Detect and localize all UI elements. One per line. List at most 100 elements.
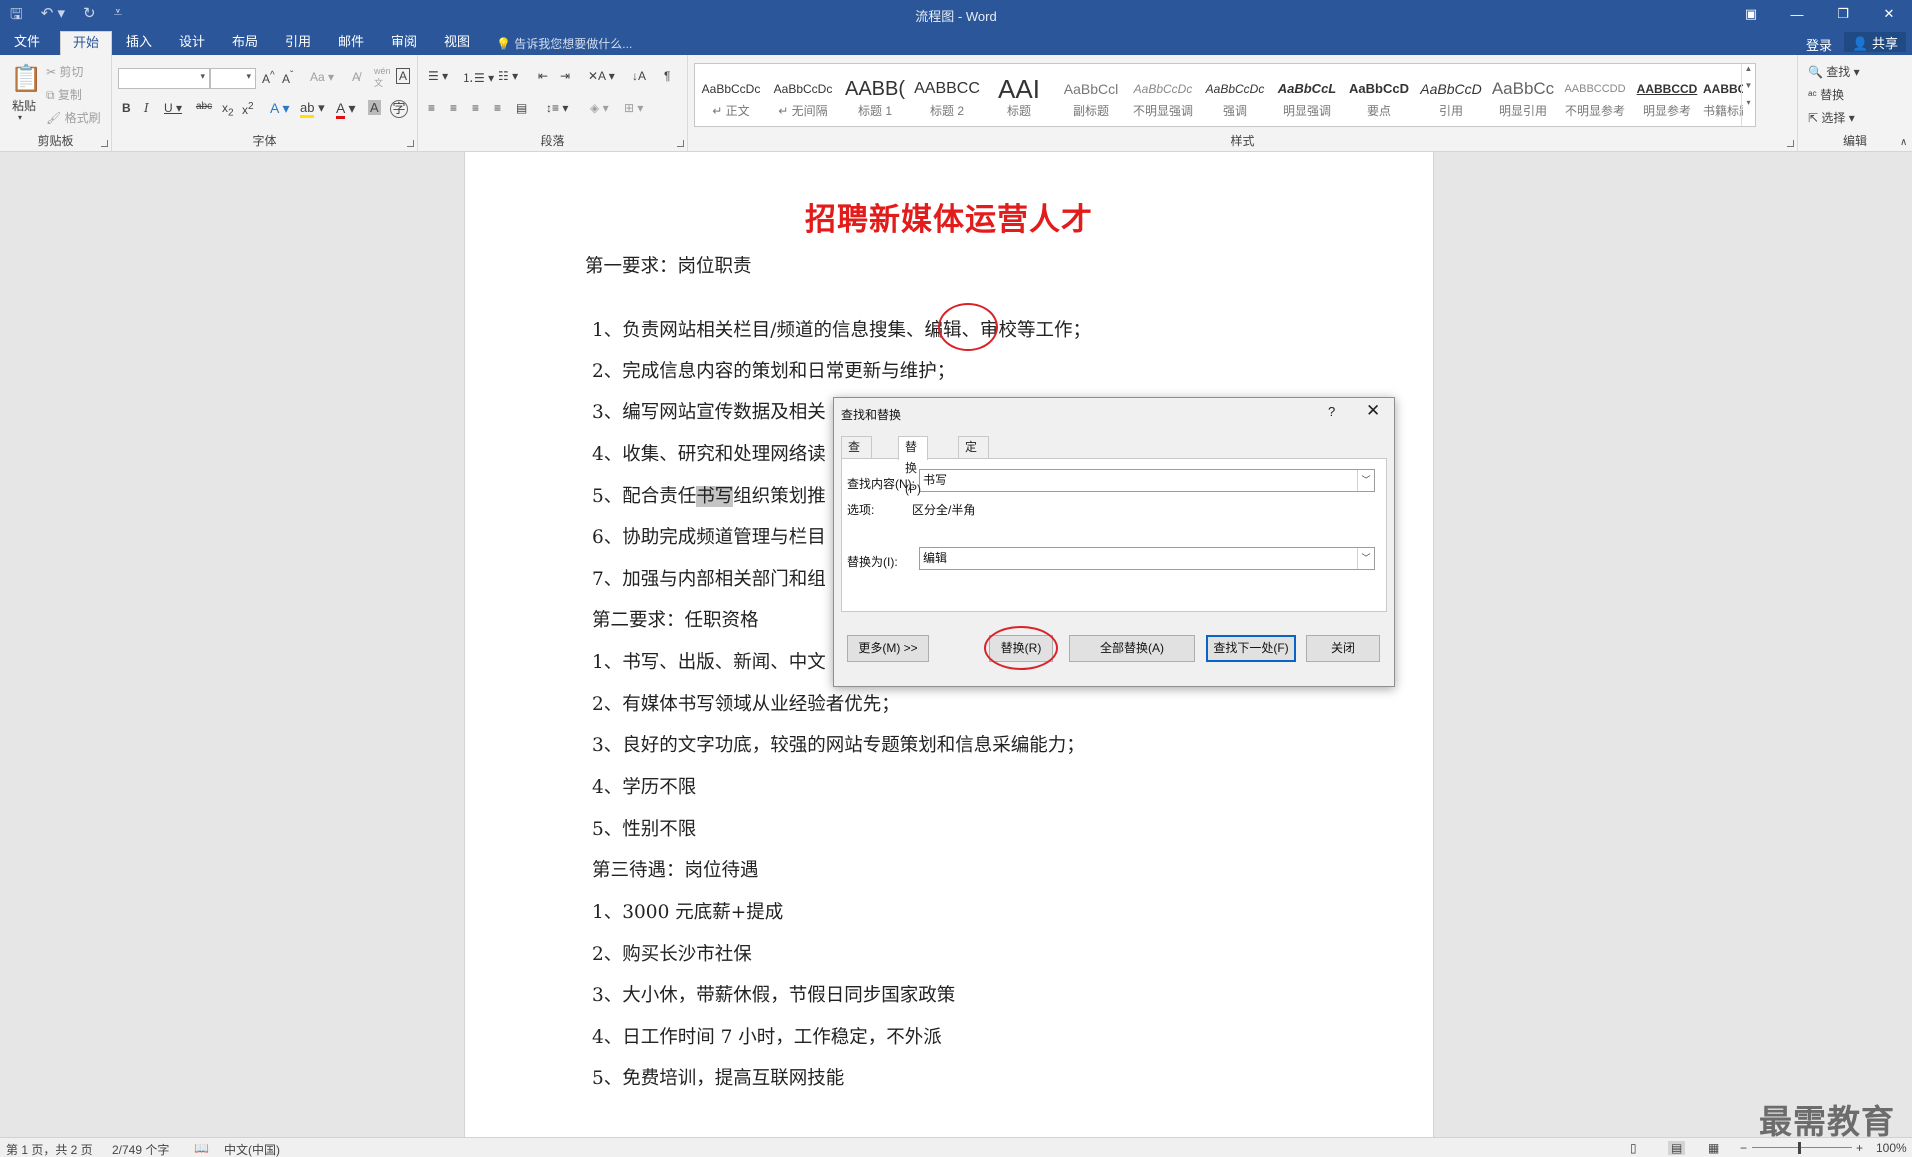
chinese-layout-icon[interactable]: ✕A ▾ — [588, 69, 615, 83]
justify-icon[interactable]: ≡ — [494, 101, 501, 115]
close-icon[interactable]: ✕ — [1366, 401, 1380, 421]
tab-review[interactable]: 审阅 — [379, 31, 429, 55]
close-window-icon[interactable]: ✕ — [1866, 0, 1912, 28]
style-normal[interactable]: AaBbCcDc ↵ 正文 — [695, 64, 767, 126]
char-border-icon[interactable]: A — [396, 68, 411, 84]
chevron-down-icon[interactable]: ﹀ — [1357, 548, 1374, 569]
align-center-icon[interactable]: ≡ — [450, 101, 457, 115]
style-emphasis[interactable]: AaBbCcDc 强调 — [1199, 64, 1271, 126]
proofing-icon[interactable]: 📖 — [194, 1141, 209, 1155]
style-subtle-reference[interactable]: AABBCCDD 不明显参考 — [1559, 64, 1631, 126]
close-button[interactable]: 关闭 — [1306, 635, 1380, 662]
font-name-combo[interactable]: ▾ — [118, 68, 210, 89]
shading-icon[interactable]: ◈ ▾ — [590, 101, 609, 115]
distributed-icon[interactable]: ▤ — [516, 101, 527, 115]
tab-layout[interactable]: 布局 — [220, 31, 270, 55]
more-button[interactable]: 更多(M) >> — [847, 635, 929, 662]
help-icon[interactable]: ? — [1328, 404, 1335, 419]
phonetic-guide-icon[interactable]: wén 文 — [374, 66, 391, 89]
strikethrough-icon[interactable]: abc — [196, 101, 212, 112]
tab-home[interactable]: 开始 — [60, 31, 113, 55]
zoom-level[interactable]: 100% — [1876, 1141, 1907, 1155]
login-link[interactable]: 登录 — [1806, 35, 1832, 54]
zoom-in-icon[interactable]: + — [1856, 1141, 1863, 1155]
clear-format-icon[interactable]: A̸ — [352, 70, 360, 84]
scroll-up-icon[interactable]: ▲ — [1742, 64, 1755, 73]
collapse-ribbon-icon[interactable]: ∧ — [1900, 137, 1907, 148]
tell-me-box[interactable]: 💡 告诉我您想要做什么... — [496, 35, 632, 52]
line-spacing-icon[interactable]: ↕≡ ▾ — [546, 101, 568, 115]
replace-all-button[interactable]: 全部替换(A) — [1069, 635, 1195, 662]
style-intense-emphasis[interactable]: AaBbCcL 明显强调 — [1271, 64, 1343, 126]
italic-icon[interactable]: I — [144, 101, 149, 115]
bullets-icon[interactable]: ☰ ▾ — [428, 69, 448, 83]
tab-find[interactable]: 查找(D) — [841, 436, 872, 496]
decrease-indent-icon[interactable]: ⇤ — [538, 69, 548, 83]
minimize-icon[interactable]: — — [1774, 0, 1820, 28]
bold-icon[interactable]: B — [122, 101, 131, 115]
tab-mailings[interactable]: 邮件 — [326, 31, 376, 55]
subscript-icon[interactable]: x2 — [222, 101, 234, 118]
style-intense-reference[interactable]: AABBCCD 明显参考 — [1631, 64, 1703, 126]
style-no-spacing[interactable]: AaBbCcDc ↵ 无间隔 — [767, 64, 839, 126]
share-button[interactable]: 👤 共享 — [1844, 32, 1906, 52]
tab-references[interactable]: 引用 — [273, 31, 323, 55]
superscript-icon[interactable]: x2 — [242, 101, 254, 117]
style-title[interactable]: AAI 标题 — [983, 64, 1055, 126]
tab-view[interactable]: 视图 — [432, 31, 482, 55]
tab-replace[interactable]: 替换(P) — [898, 436, 928, 496]
gallery-more-icon[interactable]: ▾ — [1742, 98, 1755, 107]
restore-icon[interactable]: ❐ — [1820, 0, 1866, 28]
style-heading-2[interactable]: AABBCC 标题 2 — [911, 64, 983, 126]
font-size-combo[interactable]: ▾ — [210, 68, 256, 89]
tab-design[interactable]: 设计 — [167, 31, 217, 55]
sort-icon[interactable]: ↓A — [632, 69, 646, 83]
style-intense-quote[interactable]: AaBbCc 明显引用 — [1487, 64, 1559, 126]
find-button[interactable]: 🔍 查找 ▾ — [1808, 63, 1860, 80]
increase-indent-icon[interactable]: ⇥ — [560, 69, 570, 83]
highlight-color-icon[interactable]: ab ▾ — [300, 100, 325, 118]
format-painter-button[interactable]: 🖌 格式刷 — [46, 109, 101, 126]
grow-font-icon[interactable]: A^ — [262, 70, 275, 86]
chevron-down-icon[interactable]: ﹀ — [1357, 470, 1374, 491]
replace-button[interactable]: ᵃᶜ 替换 — [1808, 86, 1844, 103]
print-layout-icon[interactable]: ▤ — [1668, 1141, 1686, 1155]
styles-launcher-icon[interactable] — [1787, 140, 1794, 147]
font-color-icon[interactable]: A ▾ — [336, 100, 356, 119]
show-marks-icon[interactable]: ¶ — [664, 69, 670, 83]
paragraph-launcher-icon[interactable] — [677, 140, 684, 147]
tab-insert[interactable]: 插入 — [114, 31, 164, 55]
text-effects-icon[interactable]: A ▾ — [270, 100, 289, 117]
find-input[interactable]: 书写 ﹀ — [919, 469, 1375, 492]
multilevel-list-icon[interactable]: ☷ ▾ — [498, 69, 518, 83]
language-indicator[interactable]: 中文(中国) — [224, 1141, 280, 1157]
style-heading-1[interactable]: AABB(标题 1 — [839, 64, 911, 126]
font-launcher-icon[interactable] — [407, 140, 414, 147]
replace-input[interactable]: 编辑 ﹀ — [919, 547, 1375, 570]
word-count[interactable]: 2/749 个字 — [112, 1141, 169, 1157]
shrink-font-icon[interactable]: Aˇ — [282, 70, 293, 86]
align-right-icon[interactable]: ≡ — [472, 101, 479, 115]
scroll-down-icon[interactable]: ▼ — [1742, 81, 1755, 90]
select-button[interactable]: ⇱ 选择 ▾ — [1808, 109, 1855, 126]
zoom-slider-thumb[interactable] — [1798, 1142, 1801, 1154]
change-case-button[interactable]: Aa ▾ — [310, 70, 334, 84]
copy-button[interactable]: ⧉ 复制 — [46, 86, 82, 103]
tab-file[interactable]: 文件 — [2, 31, 52, 55]
zoom-out-icon[interactable]: − — [1740, 1141, 1747, 1155]
page-count[interactable]: 第 1 页，共 2 页 — [6, 1141, 93, 1157]
read-mode-icon[interactable]: ▯ — [1630, 1141, 1637, 1155]
paste-icon[interactable]: 📋 — [10, 63, 42, 94]
style-gallery-scroll[interactable]: ▲ ▼ ▾ — [1741, 64, 1755, 126]
style-quote[interactable]: AaBbCcD 引用 — [1415, 64, 1487, 126]
style-subtle-emphasis[interactable]: AaBbCcDc 不明显强调 — [1127, 64, 1199, 126]
char-shading-icon[interactable]: A — [368, 100, 381, 115]
style-subtitle[interactable]: AaBbCcl 副标题 — [1055, 64, 1127, 126]
enclose-char-icon[interactable]: 字 — [390, 100, 408, 118]
cut-button[interactable]: ✂ 剪切 — [46, 63, 83, 80]
paste-dropdown-icon[interactable]: ▾ — [18, 113, 22, 122]
web-layout-icon[interactable]: ▦ — [1708, 1141, 1719, 1155]
align-left-icon[interactable]: ≡ — [428, 101, 435, 115]
style-strong[interactable]: AaBbCcD 要点 — [1343, 64, 1415, 126]
borders-icon[interactable]: ⊞ ▾ — [624, 101, 643, 115]
